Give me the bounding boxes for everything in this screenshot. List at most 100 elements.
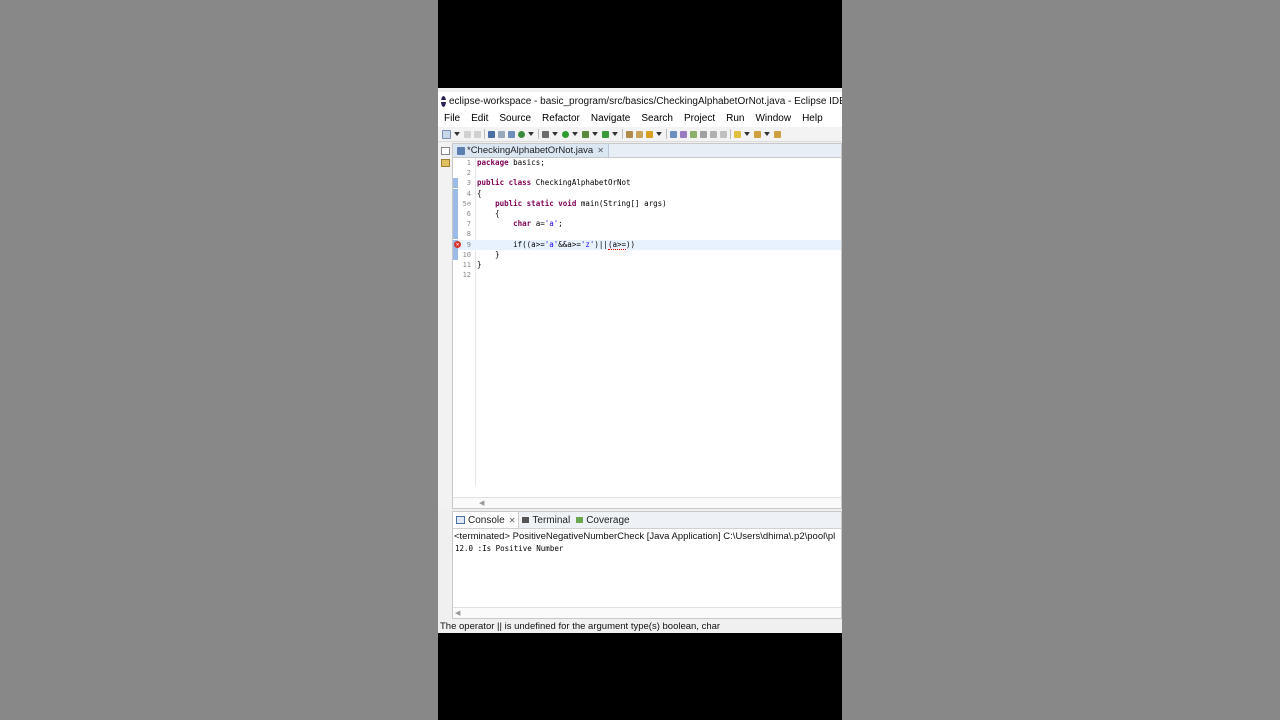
code-text: } [477,260,482,270]
code-text: if((a>='a'&&a>='z')||(a>=)) [477,239,635,250]
external-tools-icon[interactable] [582,130,589,138]
left-trim [438,143,451,509]
string-token: 'a' [544,239,559,249]
line-number: 2 [466,169,471,178]
chevron-down-icon[interactable] [592,132,598,136]
change-marker [453,198,458,209]
next-annotation-icon[interactable] [734,130,741,138]
code-line[interactable]: 11} [453,260,841,270]
package-explorer-icon[interactable] [441,159,450,167]
change-marker [453,229,458,240]
line-number: 6 [466,210,471,218]
menu-window[interactable]: Window [755,113,791,124]
chevron-down-icon[interactable] [454,132,460,136]
coverage-icon[interactable] [518,130,525,138]
build-icon[interactable] [508,130,515,138]
code-line[interactable]: 7 char a='a'; [453,219,841,230]
code-token: basics; [508,158,545,167]
code-line[interactable]: 8 [453,229,841,240]
debug-icon[interactable] [542,130,549,138]
console-launch-label: <terminated> PositiveNegativeNumberCheck… [454,531,836,542]
menu-navigate[interactable]: Navigate [591,113,630,124]
code-area[interactable]: 1 package basics; 2 3 public class CheckingA… [453,158,841,486]
show-whitespace-icon[interactable] [700,130,707,138]
code-line[interactable]: 12 [453,270,841,280]
code-line[interactable]: 10 } [453,249,841,260]
scroll-left-icon[interactable]: ◀ [455,609,460,617]
menu-help[interactable]: Help [802,113,823,124]
menu-project[interactable]: Project [684,113,715,124]
menu-edit[interactable]: Edit [471,113,488,124]
open-type-icon[interactable] [626,130,633,138]
code-line[interactable]: ✕ 9 if((a>='a'&&a>='z')||(a>=)) [453,239,841,250]
save-icon[interactable] [464,130,471,138]
coverage-icon [576,517,584,523]
chevron-down-icon[interactable] [612,132,618,136]
keyword-token: package [477,158,509,167]
editor-tab-bar: *CheckingAlphabetOrNot.java ✕ [453,144,841,158]
block-select-icon[interactable] [710,130,717,138]
terminal-icon[interactable] [488,130,495,138]
new-icon[interactable] [442,129,451,139]
status-bar: The operator || is undefined for the arg… [438,619,842,633]
code-line[interactable]: 2 [453,168,841,178]
close-icon[interactable]: ✕ [509,516,516,525]
close-icon[interactable]: ✕ [597,146,604,155]
restore-icon[interactable] [441,147,450,155]
back-icon[interactable] [754,130,761,138]
code-token: ; [558,219,563,229]
console-view: Console ✕ Terminal Coverage <terminated>… [452,511,842,619]
menu-bar: File Edit Source Refactor Navigate Searc… [438,110,842,127]
chevron-down-icon[interactable] [528,132,534,136]
console-horizontal-scrollbar[interactable]: ◀ [453,607,841,618]
tab-console-label: Console [468,514,505,526]
line-number: 5⊖ [462,199,471,208]
change-marker [453,249,458,260]
toolbar-separator [666,129,667,139]
window-title: eclipse-workspace - basic_program/src/ba… [449,95,842,107]
editor-horizontal-scrollbar[interactable]: ◀ [453,497,841,508]
open-folder-icon[interactable] [636,130,643,138]
code-token: a= [531,219,545,229]
code-line[interactable]: 1 package basics; [453,158,841,168]
chevron-down-icon[interactable] [572,132,578,136]
code-line[interactable]: 5⊖ public static void main(String[] args… [453,198,841,209]
console-tab-bar: Console ✕ Terminal Coverage [453,512,841,529]
tab-terminal[interactable]: Terminal [519,512,573,528]
chevron-down-icon[interactable] [764,132,770,136]
chevron-down-icon[interactable] [744,132,750,136]
forward-icon[interactable] [774,130,781,138]
menu-source[interactable]: Source [499,113,531,124]
search-icon[interactable] [646,130,653,138]
code-line[interactable]: 6 { [453,209,841,219]
link-icon[interactable] [680,130,687,138]
new-java-class-icon[interactable] [602,130,609,138]
tab-coverage-label: Coverage [586,514,630,526]
menu-search[interactable]: Search [641,113,673,124]
eclipse-window: eclipse-workspace - basic_program/src/ba… [438,88,842,633]
line-number: 11 [462,261,471,269]
chevron-down-icon[interactable] [552,132,558,136]
tab-checking-alphabet[interactable]: *CheckingAlphabetOrNot.java ✕ [453,144,609,157]
menu-run[interactable]: Run [726,113,744,124]
java-file-icon [457,146,465,155]
menu-file[interactable]: File [444,113,460,124]
menu-refactor[interactable]: Refactor [542,113,580,124]
save-all-icon[interactable] [474,130,481,138]
code-line[interactable]: 3 public class CheckingAlphabetOrNot [453,178,841,189]
keyword-token: public [495,198,523,208]
annotation-icon[interactable] [670,130,677,138]
line-number: 8 [466,230,471,239]
status-message: The operator || is undefined for the arg… [440,620,721,632]
code-token: CheckingAlphabetOrNot [531,178,631,188]
chevron-down-icon[interactable] [656,132,662,136]
pin-icon[interactable] [498,130,505,138]
pilcrow-icon[interactable] [720,130,727,138]
run-icon[interactable] [562,130,569,138]
tab-console[interactable]: Console ✕ [453,512,520,528]
tab-coverage[interactable]: Coverage [573,512,632,528]
scroll-left-icon[interactable]: ◀ [479,499,484,507]
code-line[interactable]: 4{ [453,188,841,199]
highlight-icon[interactable] [690,130,697,138]
